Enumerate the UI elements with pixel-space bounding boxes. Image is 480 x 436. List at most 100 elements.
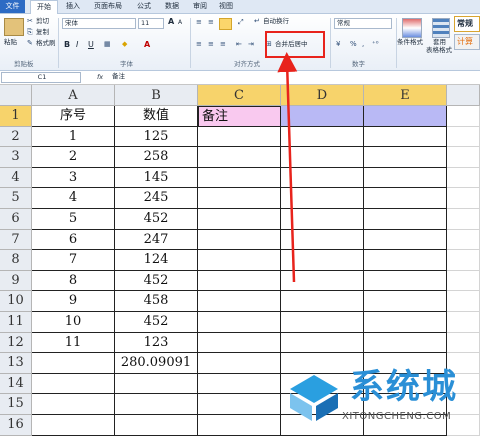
table-cell[interactable] bbox=[447, 250, 480, 271]
comma-style-icon[interactable]: , bbox=[362, 40, 364, 49]
bold-button[interactable]: B bbox=[64, 40, 70, 49]
row-header[interactable]: 6 bbox=[0, 209, 32, 230]
table-cell[interactable]: 6 bbox=[32, 229, 115, 251]
table-cell[interactable] bbox=[364, 126, 447, 148]
table-cell[interactable]: 2 bbox=[32, 147, 115, 168]
table-cell[interactable] bbox=[198, 209, 281, 230]
underline-button[interactable]: U bbox=[88, 40, 94, 49]
tab-page-layout[interactable]: 页面布局 bbox=[88, 0, 128, 13]
increase-indent-icon[interactable]: ⇥ bbox=[248, 40, 254, 49]
wrap-text-button[interactable]: 自动换行 bbox=[263, 17, 289, 26]
table-cell[interactable] bbox=[447, 209, 480, 230]
table-cell[interactable] bbox=[447, 147, 480, 168]
table-cell[interactable] bbox=[447, 332, 480, 354]
table-cell[interactable] bbox=[198, 373, 281, 395]
row-header[interactable]: 4 bbox=[0, 167, 32, 189]
table-cell[interactable] bbox=[447, 106, 480, 127]
table-cell[interactable] bbox=[364, 209, 447, 230]
decrease-indent-icon[interactable]: ⇤ bbox=[236, 40, 242, 49]
row-header[interactable]: 15 bbox=[0, 394, 32, 415]
align-top-icon[interactable]: ≡ bbox=[196, 18, 202, 27]
column-header-b[interactable]: B bbox=[115, 85, 198, 106]
tab-file[interactable]: 文件 bbox=[0, 0, 25, 13]
row-header[interactable]: 9 bbox=[0, 270, 32, 292]
number-format-select[interactable]: 常规 bbox=[334, 18, 392, 29]
table-cell[interactable] bbox=[281, 188, 364, 209]
row-header[interactable]: 11 bbox=[0, 312, 32, 333]
grow-font-button[interactable]: A bbox=[168, 17, 174, 26]
tab-data[interactable]: 数据 bbox=[160, 0, 184, 13]
italic-button[interactable]: I bbox=[76, 40, 78, 49]
row-header[interactable]: 1 bbox=[0, 106, 32, 127]
table-cell[interactable] bbox=[281, 270, 364, 292]
align-center-icon[interactable]: ≡ bbox=[208, 40, 214, 49]
table-cell[interactable] bbox=[198, 250, 281, 271]
table-cell[interactable] bbox=[447, 188, 480, 209]
merged-cell-c1[interactable]: 备注 bbox=[198, 106, 281, 127]
table-cell[interactable] bbox=[447, 291, 480, 312]
table-cell[interactable] bbox=[281, 291, 364, 312]
table-cell[interactable] bbox=[198, 270, 281, 292]
table-cell[interactable]: 序号 bbox=[32, 106, 115, 127]
column-header-c[interactable]: C bbox=[198, 85, 281, 106]
conditional-format-button[interactable]: 条件格式 bbox=[397, 38, 423, 47]
table-cell[interactable]: 9 bbox=[32, 291, 115, 312]
table-cell[interactable] bbox=[115, 373, 198, 395]
table-cell[interactable] bbox=[115, 394, 198, 415]
table-cell[interactable] bbox=[198, 147, 281, 168]
table-cell[interactable] bbox=[447, 167, 480, 189]
table-cell[interactable]: 245 bbox=[115, 188, 198, 209]
table-cell[interactable] bbox=[364, 167, 447, 189]
font-name-select[interactable]: 宋体 bbox=[62, 18, 136, 29]
style-calculation[interactable]: 计算 bbox=[454, 34, 480, 50]
table-cell[interactable]: 125 bbox=[115, 126, 198, 148]
orientation-icon[interactable]: ⤢ bbox=[238, 18, 244, 27]
style-normal[interactable]: 常规 bbox=[454, 16, 480, 32]
table-cell[interactable] bbox=[281, 312, 364, 333]
column-header-f[interactable] bbox=[447, 85, 480, 106]
table-cell[interactable] bbox=[198, 353, 281, 374]
table-cell[interactable]: 258 bbox=[115, 147, 198, 168]
table-cell[interactable]: 7 bbox=[32, 250, 115, 271]
table-cell[interactable] bbox=[447, 270, 480, 292]
percent-icon[interactable]: % bbox=[350, 40, 357, 49]
table-cell[interactable] bbox=[447, 126, 480, 148]
row-header[interactable]: 14 bbox=[0, 373, 32, 395]
row-header[interactable]: 7 bbox=[0, 229, 32, 251]
cut-button[interactable]: 剪切 bbox=[36, 17, 49, 26]
table-cell[interactable] bbox=[281, 332, 364, 354]
table-cell[interactable] bbox=[364, 332, 447, 354]
table-cell[interactable] bbox=[364, 188, 447, 209]
row-header[interactable]: 12 bbox=[0, 332, 32, 354]
table-cell[interactable] bbox=[281, 209, 364, 230]
table-cell[interactable] bbox=[198, 167, 281, 189]
format-painter-button[interactable]: 格式刷 bbox=[36, 39, 56, 48]
table-cell[interactable]: 8 bbox=[32, 270, 115, 292]
font-size-select[interactable]: 11 bbox=[138, 18, 164, 29]
borders-icon[interactable]: ▦ bbox=[104, 40, 111, 49]
table-cell[interactable] bbox=[32, 353, 115, 374]
table-cell[interactable] bbox=[447, 229, 480, 251]
table-cell[interactable]: 452 bbox=[115, 270, 198, 292]
format-as-table-button-line2[interactable]: 表格格式 bbox=[426, 46, 452, 55]
tab-review[interactable]: 审阅 bbox=[188, 0, 212, 13]
table-cell[interactable] bbox=[281, 229, 364, 251]
table-cell[interactable] bbox=[281, 167, 364, 189]
align-left-icon[interactable]: ≡ bbox=[196, 40, 202, 49]
column-header-e[interactable]: E bbox=[364, 85, 447, 106]
fx-icon[interactable]: fx bbox=[97, 73, 103, 82]
paste-button[interactable]: 粘贴 bbox=[4, 38, 17, 47]
table-cell[interactable]: 123 bbox=[115, 332, 198, 354]
row-header[interactable]: 13 bbox=[0, 353, 32, 374]
currency-icon[interactable]: ¥ bbox=[336, 40, 340, 49]
table-cell[interactable]: 5 bbox=[32, 209, 115, 230]
table-cell[interactable]: 452 bbox=[115, 209, 198, 230]
copy-button[interactable]: 复制 bbox=[36, 28, 49, 37]
selected-cell[interactable] bbox=[364, 106, 447, 127]
increase-decimal-icon[interactable]: ⁺⁰ bbox=[372, 40, 379, 49]
font-color-button[interactable]: A bbox=[144, 40, 150, 49]
table-cell[interactable] bbox=[364, 147, 447, 168]
table-cell[interactable] bbox=[281, 126, 364, 148]
row-header[interactable]: 3 bbox=[0, 147, 32, 168]
table-cell[interactable]: 3 bbox=[32, 167, 115, 189]
